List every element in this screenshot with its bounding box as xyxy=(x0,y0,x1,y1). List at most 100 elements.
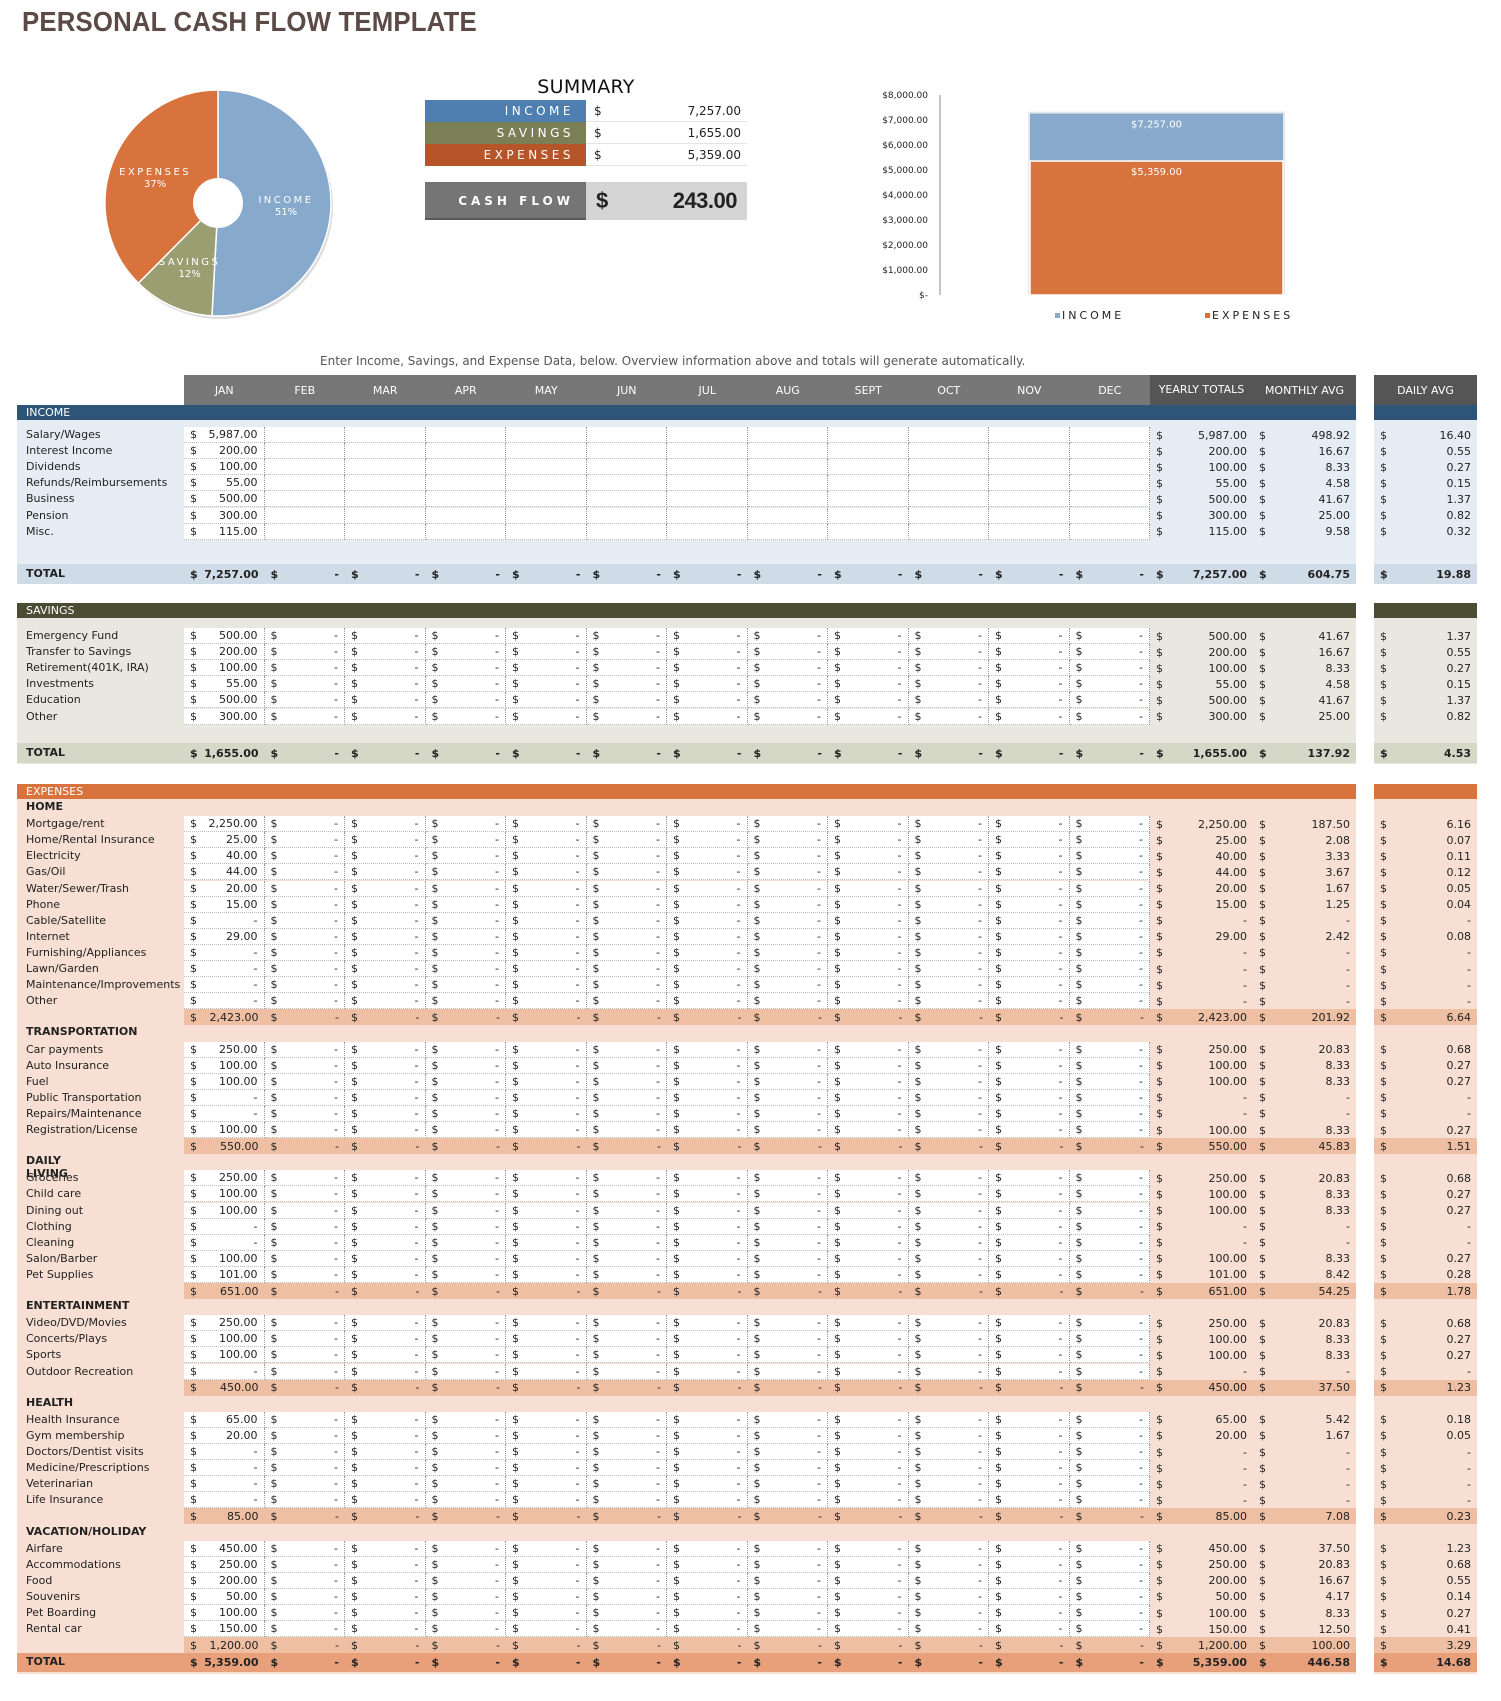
cell-jun[interactable]: $ - xyxy=(586,1234,667,1251)
cell-jun[interactable]: $ - xyxy=(586,1492,667,1509)
cell-nov[interactable]: $ - xyxy=(989,928,1070,945)
cell-feb[interactable]: $ - xyxy=(264,1170,345,1187)
cell-aug[interactable]: $ - xyxy=(747,1572,828,1589)
cell-dec[interactable]: $ - xyxy=(1069,1444,1150,1460)
cell-jul[interactable]: $ - xyxy=(667,816,748,833)
cell-aug[interactable] xyxy=(747,491,828,508)
cell-jul[interactable]: $ - xyxy=(667,880,748,897)
cell-sept[interactable]: $ - xyxy=(828,1347,909,1364)
cell-mar[interactable]: $ - xyxy=(345,1556,426,1573)
cell-jan[interactable]: $ - xyxy=(184,1105,265,1122)
cell-oct[interactable]: $ - xyxy=(908,1556,989,1573)
cell-sept[interactable]: $ - xyxy=(828,1476,909,1493)
cell-may[interactable]: $ - xyxy=(506,961,587,977)
cell-jun[interactable]: $ - xyxy=(586,1089,667,1106)
cell-apr[interactable]: $ - xyxy=(425,816,506,833)
cell-dec[interactable]: $ - xyxy=(1069,880,1150,897)
cell-jul[interactable]: $ - xyxy=(667,1186,748,1203)
cell-oct[interactable]: $ - xyxy=(908,1234,989,1251)
cell-feb[interactable]: $ - xyxy=(264,928,345,945)
cell-jun[interactable]: $ - xyxy=(586,660,667,677)
cell-dec[interactable]: $ - xyxy=(1069,1347,1150,1364)
cell-oct[interactable]: $ - xyxy=(908,1540,989,1557)
cell-sept[interactable]: $ - xyxy=(828,961,909,977)
cell-jul[interactable]: $ - xyxy=(667,1572,748,1589)
cell-sept[interactable]: $ - xyxy=(828,1202,909,1219)
cell-nov[interactable]: $ - xyxy=(989,1218,1070,1235)
cell-may[interactable] xyxy=(506,427,587,443)
cell-apr[interactable]: $ - xyxy=(425,1057,506,1074)
cell-mar[interactable]: $ - xyxy=(345,944,426,961)
cell-dec[interactable]: $ - xyxy=(1069,660,1150,677)
cell-may[interactable]: $ - xyxy=(506,944,587,961)
cell-may[interactable]: $ - xyxy=(506,1266,587,1283)
cell-dec[interactable]: $ - xyxy=(1069,993,1150,1010)
cell-apr[interactable]: $ - xyxy=(425,1250,506,1267)
cell-oct[interactable] xyxy=(908,443,989,460)
cell-may[interactable]: $ - xyxy=(506,977,587,994)
cell-nov[interactable] xyxy=(989,459,1070,476)
cell-apr[interactable]: $ - xyxy=(425,1105,506,1122)
cell-sept[interactable]: $ - xyxy=(828,628,909,644)
cell-dec[interactable]: $ - xyxy=(1069,1315,1150,1332)
cell-jan[interactable]: $100.00 xyxy=(184,1122,265,1138)
cell-dec[interactable]: $ - xyxy=(1069,864,1150,881)
cell-mar[interactable]: $ - xyxy=(345,708,426,725)
cell-apr[interactable]: $ - xyxy=(425,1122,506,1138)
cell-mar[interactable]: $ - xyxy=(345,1588,426,1605)
cell-oct[interactable]: $ - xyxy=(908,1444,989,1460)
cell-apr[interactable]: $ - xyxy=(425,660,506,677)
cell-apr[interactable] xyxy=(425,475,506,492)
cell-feb[interactable]: $ - xyxy=(264,1186,345,1203)
cell-jun[interactable]: $ - xyxy=(586,1315,667,1332)
cell-nov[interactable]: $ - xyxy=(989,1540,1070,1557)
cell-nov[interactable]: $ - xyxy=(989,1476,1070,1493)
cell-oct[interactable] xyxy=(908,459,989,476)
cell-mar[interactable]: $ - xyxy=(345,848,426,865)
cell-mar[interactable]: $ - xyxy=(345,864,426,881)
cell-nov[interactable]: $ - xyxy=(989,644,1070,661)
cell-oct[interactable]: $ - xyxy=(908,644,989,661)
cell-aug[interactable]: $ - xyxy=(747,1315,828,1332)
cell-jun[interactable] xyxy=(586,507,667,524)
cell-may[interactable]: $ - xyxy=(506,1105,587,1122)
cell-jun[interactable] xyxy=(586,427,667,443)
cell-may[interactable]: $ - xyxy=(506,1347,587,1364)
cell-jun[interactable]: $ - xyxy=(586,1363,667,1380)
cell-sept[interactable]: $ - xyxy=(828,848,909,865)
cell-dec[interactable] xyxy=(1069,475,1150,492)
cell-jun[interactable]: $ - xyxy=(586,628,667,644)
cell-jul[interactable] xyxy=(667,475,748,492)
cell-feb[interactable]: $ - xyxy=(264,1492,345,1509)
cell-jun[interactable] xyxy=(586,475,667,492)
cell-apr[interactable] xyxy=(425,523,506,540)
cell-aug[interactable]: $ - xyxy=(747,1105,828,1122)
cell-oct[interactable] xyxy=(908,475,989,492)
cell-mar[interactable]: $ - xyxy=(345,1621,426,1638)
cell-may[interactable]: $ - xyxy=(506,1041,587,1058)
cell-apr[interactable]: $ - xyxy=(425,928,506,945)
cell-sept[interactable]: $ - xyxy=(828,692,909,709)
cell-feb[interactable]: $ - xyxy=(264,1331,345,1348)
cell-apr[interactable]: $ - xyxy=(425,1605,506,1621)
cell-feb[interactable]: $ - xyxy=(264,1605,345,1621)
cell-may[interactable]: $ - xyxy=(506,1588,587,1605)
cell-may[interactable]: $ - xyxy=(506,1363,587,1380)
cell-apr[interactable]: $ - xyxy=(425,1218,506,1235)
cell-nov[interactable]: $ - xyxy=(989,896,1070,913)
cell-mar[interactable]: $ - xyxy=(345,1605,426,1621)
cell-jan[interactable]: $101.00 xyxy=(184,1266,265,1283)
cell-sept[interactable]: $ - xyxy=(828,1057,909,1074)
cell-nov[interactable]: $ - xyxy=(989,848,1070,865)
cell-oct[interactable]: $ - xyxy=(908,1347,989,1364)
cell-mar[interactable]: $ - xyxy=(345,896,426,913)
cell-feb[interactable]: $ - xyxy=(264,1460,345,1477)
cell-jul[interactable]: $ - xyxy=(667,848,748,865)
cell-sept[interactable]: $ - xyxy=(828,644,909,661)
cell-aug[interactable]: $ - xyxy=(747,1444,828,1460)
cell-jun[interactable]: $ - xyxy=(586,928,667,945)
cell-nov[interactable]: $ - xyxy=(989,1170,1070,1187)
cell-jun[interactable] xyxy=(586,491,667,508)
cell-aug[interactable]: $ - xyxy=(747,676,828,693)
cell-sept[interactable] xyxy=(828,475,909,492)
